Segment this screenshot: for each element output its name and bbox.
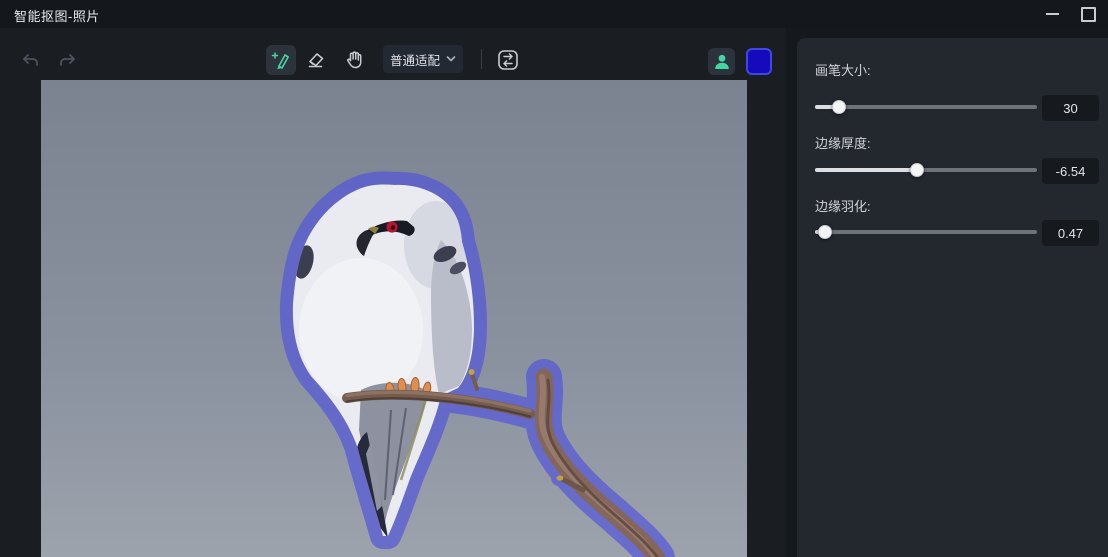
edge-thickness-slider-fill xyxy=(815,168,917,172)
brush-size-slider-thumb[interactable] xyxy=(832,100,846,114)
minimize-button[interactable] xyxy=(1038,4,1066,24)
brush-tool-button[interactable] xyxy=(266,45,296,75)
portrait-mask-button[interactable] xyxy=(708,48,735,75)
eraser-icon xyxy=(305,49,327,71)
photo-canvas[interactable] xyxy=(41,80,747,557)
edge-feather-label: 边缘羽化: xyxy=(815,196,871,215)
eraser-tool-button[interactable] xyxy=(303,47,329,73)
edge-thickness-value[interactable]: -6.54 xyxy=(1042,158,1099,184)
bird-photo xyxy=(41,80,747,557)
undo-icon xyxy=(21,51,41,71)
settings-panel: 画笔大小: 30 边缘厚度: -6.54 边缘羽化: 0.47 xyxy=(797,38,1108,557)
brush-plus-icon xyxy=(270,49,292,71)
canvas-area: 普通适配 xyxy=(0,28,786,557)
swap-view-button[interactable] xyxy=(495,47,521,73)
fit-mode-dropdown[interactable]: 普通适配 xyxy=(383,45,463,73)
person-icon xyxy=(712,52,732,72)
brush-size-slider[interactable] xyxy=(815,105,1037,109)
edge-feather-slider-thumb[interactable] xyxy=(818,225,832,239)
maximize-button[interactable] xyxy=(1074,4,1102,24)
hand-tool-button[interactable] xyxy=(341,47,367,73)
redo-icon xyxy=(57,51,77,71)
edge-thickness-slider-thumb[interactable] xyxy=(910,163,924,177)
fit-mode-value: 普通适配 xyxy=(390,50,440,69)
brush-size-label: 画笔大小: xyxy=(815,60,871,79)
minimize-icon xyxy=(1046,13,1059,15)
hand-icon xyxy=(343,49,365,71)
edge-feather-slider[interactable] xyxy=(815,230,1037,234)
edge-feather-value[interactable]: 0.47 xyxy=(1042,220,1099,246)
window-title: 智能抠图-照片 xyxy=(14,6,100,25)
redo-button[interactable] xyxy=(56,50,78,72)
edge-thickness-slider[interactable] xyxy=(815,168,1037,172)
undo-button[interactable] xyxy=(20,50,42,72)
chevron-down-icon xyxy=(446,55,456,63)
title-bar: 智能抠图-照片 xyxy=(0,0,1108,28)
toolbar-divider xyxy=(481,49,482,69)
swap-icon xyxy=(496,48,520,72)
brush-size-value[interactable]: 30 xyxy=(1042,95,1099,121)
maximize-icon xyxy=(1081,7,1096,22)
mask-color-swatch[interactable] xyxy=(746,48,772,75)
edge-thickness-label: 边缘厚度: xyxy=(815,133,871,152)
